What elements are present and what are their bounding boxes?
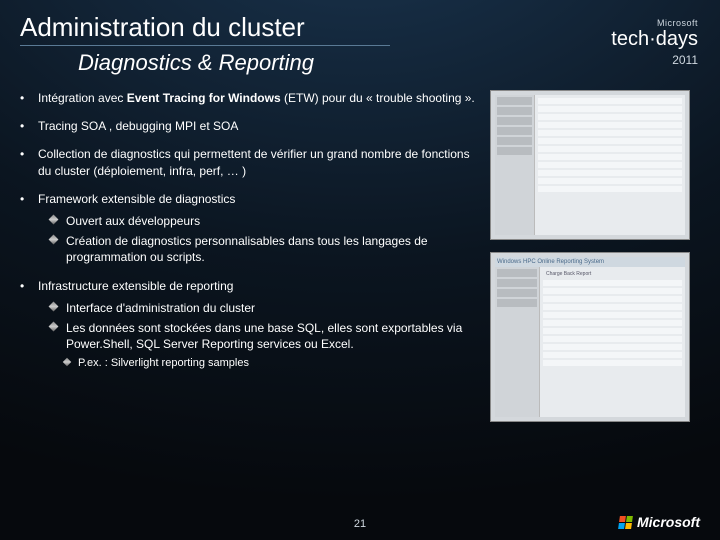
- bullet-item: Tracing SOA , debugging MPI et SOA: [20, 118, 480, 134]
- sub-bullet-item: Les données sont stockées dans une base …: [38, 320, 480, 352]
- footer-logo-text: Microsoft: [637, 514, 700, 530]
- bullet-item: Collection de diagnostics qui permettent…: [20, 146, 480, 178]
- footer-logo: Microsoft: [619, 514, 700, 530]
- slide-header: Administration du cluster Diagnostics & …: [0, 0, 720, 80]
- brand-block: Microsoft tech·days 2011: [611, 18, 698, 67]
- microsoft-flag-icon: [618, 516, 633, 529]
- screenshot-admin-console: [490, 90, 690, 240]
- bullet-text-bold: Event Tracing for Windows: [127, 91, 281, 105]
- slide-title: Administration du cluster: [20, 12, 390, 46]
- bullet-text: Tracing SOA , debugging MPI et SOA: [38, 119, 238, 133]
- bullet-text: Collection de diagnostics qui permettent…: [38, 147, 470, 177]
- sub-bullet-item: Ouvert aux développeurs: [38, 213, 480, 229]
- sub-bullet-item: Création de diagnostics personnalisables…: [38, 233, 480, 265]
- screenshot-subtitle: Charge Back Report: [543, 270, 682, 278]
- bullet-text-pre: Intégration avec: [38, 91, 127, 105]
- bullet-item: Infrastructure extensible de reporting I…: [20, 278, 480, 372]
- bullet-item: Intégration avec Event Tracing for Windo…: [20, 90, 480, 106]
- sub-sub-bullet-list: P.ex. : Silverlight reporting samples: [38, 356, 480, 371]
- sub-bullet-list: Ouvert aux développeurs Création de diag…: [38, 213, 480, 266]
- bullet-text: Infrastructure extensible de reporting: [38, 279, 233, 293]
- bullet-column: Intégration avec Event Tracing for Windo…: [20, 90, 480, 434]
- sub-bullet-list: Interface d'administration du cluster Le…: [38, 300, 480, 353]
- brand-year: 2011: [611, 53, 698, 67]
- slide-subtitle: Diagnostics & Reporting: [78, 50, 700, 76]
- sub-sub-bullet-item: P.ex. : Silverlight reporting samples: [38, 356, 480, 371]
- sub-bullet-item: Interface d'administration du cluster: [38, 300, 480, 316]
- bullet-text-post: (ETW) pour du « trouble shooting ».: [281, 91, 475, 105]
- brand-product: tech·days: [611, 28, 698, 51]
- page-number: 21: [354, 518, 366, 530]
- main-bullet-list: Intégration avec Event Tracing for Windo…: [20, 90, 480, 371]
- bullet-item: Framework extensible de diagnostics Ouve…: [20, 191, 480, 266]
- content-area: Intégration avec Event Tracing for Windo…: [0, 80, 720, 434]
- screenshot-title: Windows HPC Online Reporting System: [495, 257, 685, 267]
- brand-company: Microsoft: [611, 18, 698, 28]
- screenshot-column: Windows HPC Online Reporting System Char…: [490, 90, 700, 434]
- screenshot-reporting-system: Windows HPC Online Reporting System Char…: [490, 252, 690, 422]
- bullet-text: Framework extensible de diagnostics: [38, 192, 235, 206]
